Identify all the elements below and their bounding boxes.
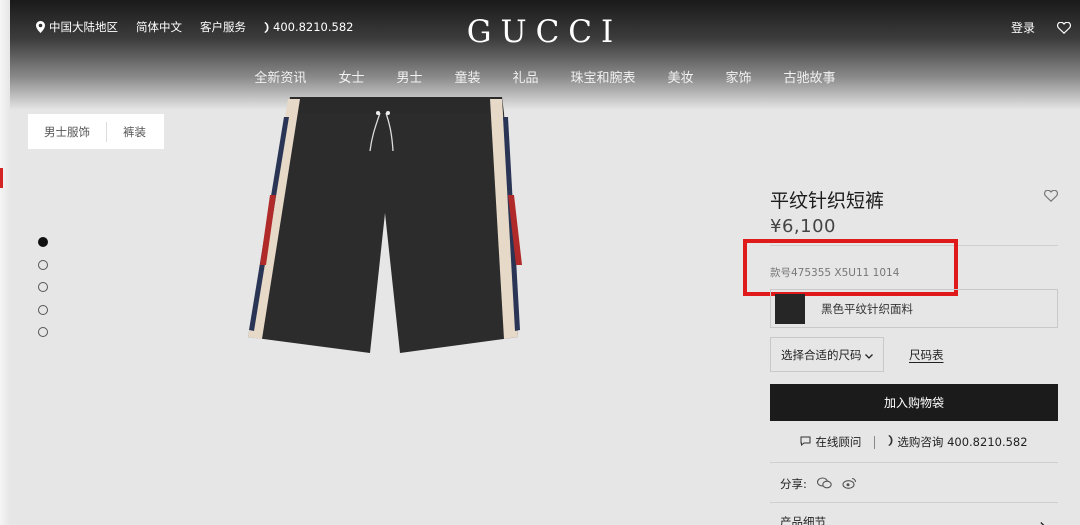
nav-item-women[interactable]: 女士 bbox=[322, 67, 380, 86]
nav-item-decor[interactable]: 家饰 bbox=[710, 67, 768, 86]
gallery-dot-5[interactable] bbox=[38, 327, 48, 337]
breadcrumb: 男士服饰 裤装 bbox=[28, 114, 164, 149]
online-advisor-link[interactable]: 在线顾问 bbox=[800, 434, 861, 450]
nav-item-gifts[interactable]: 礼品 bbox=[496, 67, 554, 86]
nav-item-news[interactable]: 全新资讯 bbox=[238, 67, 322, 86]
purchase-consult-label: 选购咨询 400.8210.582 bbox=[897, 435, 1028, 449]
share-divider-line bbox=[770, 502, 1058, 503]
nav-item-jewelry-watches[interactable]: 珠宝和腕表 bbox=[555, 67, 652, 86]
gallery-dot-3[interactable] bbox=[38, 282, 48, 292]
add-to-bag-button[interactable]: 加入购物袋 bbox=[770, 384, 1058, 421]
nav-item-stories[interactable]: 古驰故事 bbox=[768, 67, 852, 86]
wishlist-heart-icon[interactable] bbox=[1056, 19, 1072, 38]
product-wishlist-heart-icon[interactable] bbox=[1043, 187, 1059, 206]
wechat-icon[interactable] bbox=[816, 476, 832, 492]
weibo-icon[interactable] bbox=[842, 477, 857, 492]
gallery-dot-4[interactable] bbox=[38, 304, 48, 315]
breadcrumb-pants[interactable]: 裤装 bbox=[107, 124, 162, 140]
chat-icon bbox=[800, 435, 811, 449]
share-bar: 分享: bbox=[780, 476, 857, 492]
phone-icon bbox=[888, 435, 893, 449]
nav-item-children[interactable]: 童装 bbox=[438, 67, 496, 86]
product-title: 平纹针织短裤 bbox=[770, 190, 885, 212]
gallery-pagination bbox=[38, 237, 48, 350]
breadcrumb-men-clothing[interactable]: 男士服饰 bbox=[28, 124, 106, 140]
color-name: 黑色平纹针织面料 bbox=[821, 301, 913, 316]
product-details-toggle[interactable]: 产品细节 bbox=[780, 514, 826, 525]
login-link[interactable]: 登录 bbox=[1011, 19, 1035, 36]
consult-bar: 在线顾问 选购咨询 400.8210.582 bbox=[770, 434, 1058, 450]
nav-item-men[interactable]: 男士 bbox=[380, 67, 438, 86]
product-image[interactable] bbox=[240, 95, 530, 357]
edge-marker bbox=[0, 168, 3, 188]
chevron-right-icon[interactable] bbox=[1040, 516, 1046, 525]
color-option[interactable]: 黑色平纹针织面料 bbox=[770, 289, 1058, 328]
gucci-logo[interactable]: GUCCI bbox=[0, 14, 1080, 50]
gallery-dot-2[interactable] bbox=[38, 259, 48, 270]
share-label: 分享: bbox=[780, 477, 807, 491]
main-navigation: 全新资讯 女士 男士 童装 礼品 珠宝和腕表 美妆 家饰 古驰故事 bbox=[0, 67, 1080, 86]
color-swatch bbox=[775, 293, 805, 324]
sku-highlight-box bbox=[743, 239, 958, 296]
nav-item-beauty[interactable]: 美妆 bbox=[652, 67, 710, 86]
size-guide-link[interactable]: 尺码表 bbox=[909, 347, 944, 363]
consult-divider bbox=[874, 435, 876, 449]
consult-divider-line bbox=[770, 462, 1058, 463]
gallery-dot-1[interactable] bbox=[38, 237, 48, 247]
online-advisor-label: 在线顾问 bbox=[815, 435, 862, 449]
size-select[interactable]: 选择合适的尺码 bbox=[770, 337, 884, 372]
size-select-label: 选择合适的尺码 bbox=[781, 347, 862, 362]
purchase-consult-link[interactable]: 选购咨询 400.8210.582 bbox=[888, 434, 1028, 450]
chevron-down-icon bbox=[865, 348, 873, 362]
product-price: ¥6,100 bbox=[770, 216, 836, 237]
